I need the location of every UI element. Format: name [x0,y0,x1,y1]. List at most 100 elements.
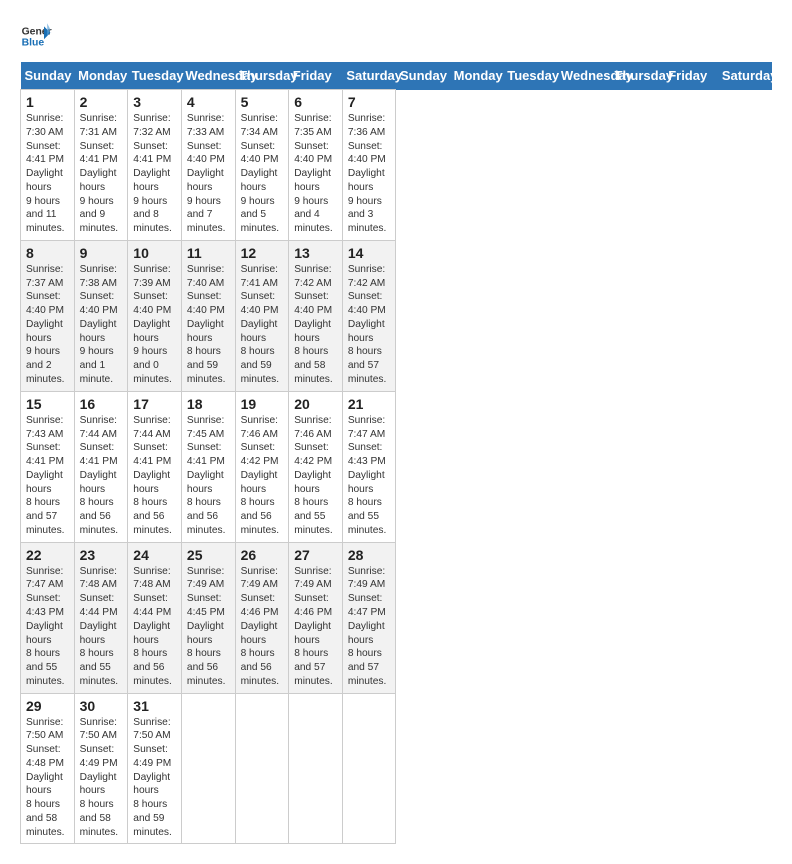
day-number: 24 [133,547,176,563]
day-number: 28 [348,547,391,563]
calendar-table: SundayMondayTuesdayWednesdayThursdayFrid… [20,62,772,844]
day-cell: 26 Sunrise: 7:49 AM Sunset: 4:46 PM Dayl… [235,542,289,693]
header-row: SundayMondayTuesdayWednesdayThursdayFrid… [21,62,772,90]
day-cell: 8 Sunrise: 7:37 AM Sunset: 4:40 PM Dayli… [21,240,75,391]
col-header-sunday: Sunday [21,62,75,90]
day-cell: 16 Sunrise: 7:44 AM Sunset: 4:41 PM Dayl… [74,391,128,542]
day-cell: 4 Sunrise: 7:33 AM Sunset: 4:40 PM Dayli… [181,90,235,241]
day-cell: 13 Sunrise: 7:42 AM Sunset: 4:40 PM Dayl… [289,240,343,391]
day-content: Sunrise: 7:48 AM Sunset: 4:44 PM Dayligh… [80,565,123,689]
day-cell: 20 Sunrise: 7:46 AM Sunset: 4:42 PM Dayl… [289,391,343,542]
day-content: Sunrise: 7:47 AM Sunset: 4:43 PM Dayligh… [26,565,69,689]
day-content: Sunrise: 7:49 AM Sunset: 4:45 PM Dayligh… [187,565,230,689]
day-cell: 5 Sunrise: 7:34 AM Sunset: 4:40 PM Dayli… [235,90,289,241]
day-cell: 14 Sunrise: 7:42 AM Sunset: 4:40 PM Dayl… [342,240,396,391]
day-number: 27 [294,547,337,563]
day-cell: 24 Sunrise: 7:48 AM Sunset: 4:44 PM Dayl… [128,542,182,693]
day-content: Sunrise: 7:46 AM Sunset: 4:42 PM Dayligh… [294,414,337,538]
day-number: 13 [294,245,337,261]
day-number: 4 [187,94,230,110]
col-header-sunday: Sunday [396,62,450,90]
day-number: 16 [80,396,123,412]
col-header-saturday: Saturday [342,62,396,90]
day-number: 6 [294,94,337,110]
day-content: Sunrise: 7:40 AM Sunset: 4:40 PM Dayligh… [187,263,230,387]
day-number: 9 [80,245,123,261]
day-number: 1 [26,94,69,110]
day-cell: 7 Sunrise: 7:36 AM Sunset: 4:40 PM Dayli… [342,90,396,241]
day-content: Sunrise: 7:36 AM Sunset: 4:40 PM Dayligh… [348,112,391,236]
day-cell: 25 Sunrise: 7:49 AM Sunset: 4:45 PM Dayl… [181,542,235,693]
day-cell: 11 Sunrise: 7:40 AM Sunset: 4:40 PM Dayl… [181,240,235,391]
day-cell: 12 Sunrise: 7:41 AM Sunset: 4:40 PM Dayl… [235,240,289,391]
col-header-friday: Friday [289,62,343,90]
col-header-monday: Monday [450,62,504,90]
week-row-4: 22 Sunrise: 7:47 AM Sunset: 4:43 PM Dayl… [21,542,772,693]
week-row-2: 8 Sunrise: 7:37 AM Sunset: 4:40 PM Dayli… [21,240,772,391]
day-content: Sunrise: 7:39 AM Sunset: 4:40 PM Dayligh… [133,263,176,387]
col-header-wednesday: Wednesday [557,62,611,90]
day-content: Sunrise: 7:41 AM Sunset: 4:40 PM Dayligh… [241,263,284,387]
day-cell: 19 Sunrise: 7:46 AM Sunset: 4:42 PM Dayl… [235,391,289,542]
day-content: Sunrise: 7:49 AM Sunset: 4:47 PM Dayligh… [348,565,391,689]
day-content: Sunrise: 7:43 AM Sunset: 4:41 PM Dayligh… [26,414,69,538]
week-row-3: 15 Sunrise: 7:43 AM Sunset: 4:41 PM Dayl… [21,391,772,542]
day-cell: 15 Sunrise: 7:43 AM Sunset: 4:41 PM Dayl… [21,391,75,542]
day-content: Sunrise: 7:33 AM Sunset: 4:40 PM Dayligh… [187,112,230,236]
col-header-saturday: Saturday [718,62,772,90]
logo: General Blue [20,20,52,52]
col-header-wednesday: Wednesday [181,62,235,90]
day-content: Sunrise: 7:50 AM Sunset: 4:48 PM Dayligh… [26,716,69,840]
col-header-monday: Monday [74,62,128,90]
day-number: 3 [133,94,176,110]
day-cell: 17 Sunrise: 7:44 AM Sunset: 4:41 PM Dayl… [128,391,182,542]
col-header-friday: Friday [664,62,718,90]
day-cell [181,693,235,844]
day-cell: 29 Sunrise: 7:50 AM Sunset: 4:48 PM Dayl… [21,693,75,844]
day-number: 8 [26,245,69,261]
day-content: Sunrise: 7:32 AM Sunset: 4:41 PM Dayligh… [133,112,176,236]
day-number: 22 [26,547,69,563]
day-cell: 22 Sunrise: 7:47 AM Sunset: 4:43 PM Dayl… [21,542,75,693]
day-number: 2 [80,94,123,110]
day-cell: 2 Sunrise: 7:31 AM Sunset: 4:41 PM Dayli… [74,90,128,241]
day-cell: 6 Sunrise: 7:35 AM Sunset: 4:40 PM Dayli… [289,90,343,241]
day-number: 5 [241,94,284,110]
day-content: Sunrise: 7:35 AM Sunset: 4:40 PM Dayligh… [294,112,337,236]
day-content: Sunrise: 7:49 AM Sunset: 4:46 PM Dayligh… [294,565,337,689]
day-cell: 28 Sunrise: 7:49 AM Sunset: 4:47 PM Dayl… [342,542,396,693]
day-content: Sunrise: 7:47 AM Sunset: 4:43 PM Dayligh… [348,414,391,538]
day-cell: 30 Sunrise: 7:50 AM Sunset: 4:49 PM Dayl… [74,693,128,844]
col-header-thursday: Thursday [611,62,665,90]
svg-text:Blue: Blue [22,38,45,49]
page-header: General Blue [20,20,772,52]
col-header-tuesday: Tuesday [503,62,557,90]
day-number: 21 [348,396,391,412]
day-content: Sunrise: 7:37 AM Sunset: 4:40 PM Dayligh… [26,263,69,387]
day-number: 19 [241,396,284,412]
day-content: Sunrise: 7:42 AM Sunset: 4:40 PM Dayligh… [348,263,391,387]
day-number: 7 [348,94,391,110]
day-number: 30 [80,698,123,714]
day-cell [342,693,396,844]
week-row-5: 29 Sunrise: 7:50 AM Sunset: 4:48 PM Dayl… [21,693,772,844]
day-content: Sunrise: 7:31 AM Sunset: 4:41 PM Dayligh… [80,112,123,236]
day-content: Sunrise: 7:38 AM Sunset: 4:40 PM Dayligh… [80,263,123,387]
day-cell [289,693,343,844]
day-number: 18 [187,396,230,412]
day-number: 15 [26,396,69,412]
day-content: Sunrise: 7:50 AM Sunset: 4:49 PM Dayligh… [80,716,123,840]
logo-icon: General Blue [20,20,52,52]
col-header-thursday: Thursday [235,62,289,90]
day-content: Sunrise: 7:44 AM Sunset: 4:41 PM Dayligh… [133,414,176,538]
day-cell: 27 Sunrise: 7:49 AM Sunset: 4:46 PM Dayl… [289,542,343,693]
day-cell: 31 Sunrise: 7:50 AM Sunset: 4:49 PM Dayl… [128,693,182,844]
day-content: Sunrise: 7:30 AM Sunset: 4:41 PM Dayligh… [26,112,69,236]
day-content: Sunrise: 7:42 AM Sunset: 4:40 PM Dayligh… [294,263,337,387]
day-number: 26 [241,547,284,563]
day-cell: 1 Sunrise: 7:30 AM Sunset: 4:41 PM Dayli… [21,90,75,241]
day-number: 25 [187,547,230,563]
day-number: 12 [241,245,284,261]
day-cell [235,693,289,844]
day-number: 14 [348,245,391,261]
